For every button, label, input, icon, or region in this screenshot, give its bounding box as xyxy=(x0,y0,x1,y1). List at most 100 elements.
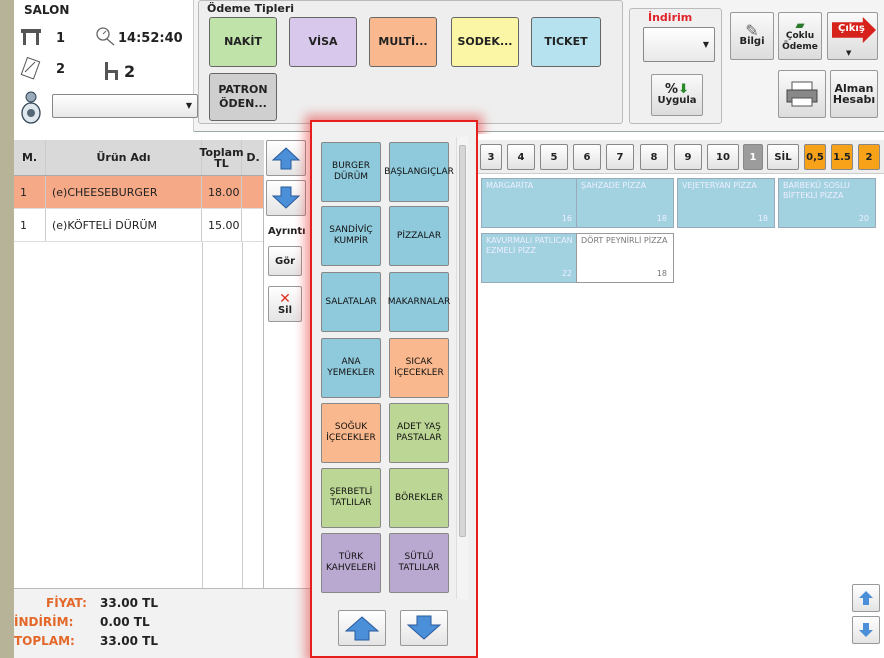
discount-title: İndirim xyxy=(648,11,693,24)
category-button[interactable]: SOĞUK İÇECEKLER xyxy=(321,403,381,463)
arrow-up-icon xyxy=(272,147,300,170)
apply-label: Uygula xyxy=(657,95,697,106)
page-button[interactable]: 5 xyxy=(540,144,568,170)
multi-payment-label: Çoklu Ödeme xyxy=(782,30,818,52)
page-button[interactable]: SİL xyxy=(767,144,799,170)
category-scrollbar[interactable] xyxy=(456,137,468,599)
cash-button[interactable]: NAKİT xyxy=(209,17,277,67)
multinet-button[interactable]: MULTİ... xyxy=(369,17,437,67)
page-button[interactable]: 9 xyxy=(674,144,702,170)
notepad-icon xyxy=(20,56,42,80)
multi-payment-button[interactable]: ▰ Çoklu Ödeme xyxy=(778,12,822,60)
sodexo-button[interactable]: SODEK... xyxy=(451,17,519,67)
category-up-button[interactable] xyxy=(338,610,386,646)
product-tile[interactable]: ŞAHZADE PİZZA 18 xyxy=(576,178,674,228)
page-button[interactable]: 3 xyxy=(480,144,502,170)
row-total: 18.00 xyxy=(202,176,242,208)
chevron-down-icon: ▼ xyxy=(185,101,192,110)
page-button[interactable]: 1 xyxy=(743,144,763,170)
category-button[interactable]: SÜTLÜ TATLILAR xyxy=(389,533,449,593)
product-qty: 20 xyxy=(858,214,869,223)
page-button[interactable]: 7 xyxy=(606,144,634,170)
page-button[interactable]: 0,5 xyxy=(804,144,826,170)
product-up-button[interactable] xyxy=(852,584,880,612)
order-table-header: M. Ürün Adı Toplam TL D. xyxy=(14,140,264,176)
product-tile[interactable]: BARBEKÜ SOSLU BİFTEKLİ PİZZA 20 xyxy=(778,178,876,228)
discount-select[interactable]: ▼ xyxy=(643,27,715,62)
category-button[interactable]: SICAK İÇECEKLER xyxy=(389,338,449,398)
order-row-selected[interactable]: 1 (e)CHEESEBURGER 18.00 xyxy=(14,176,263,209)
page-button[interactable]: 2 xyxy=(858,144,880,170)
product-name: DÖRT PEYNİRLİ PİZZA xyxy=(581,236,668,245)
product-tile[interactable]: VEJETERYAN PİZZA 18 xyxy=(677,178,775,228)
category-button[interactable]: SALATALAR xyxy=(321,272,381,332)
time-display: 14:52:40 xyxy=(118,31,183,46)
product-tile[interactable]: DÖRT PEYNİRLİ PİZZA 18 xyxy=(576,233,674,283)
product-tile[interactable]: MARGARİTA 16 xyxy=(481,178,579,228)
info-button[interactable]: ✎ Bilgi xyxy=(730,12,774,60)
visa-button[interactable]: VİSA xyxy=(289,17,357,67)
category-button[interactable]: TÜRK KAHVELERİ xyxy=(321,533,381,593)
category-button[interactable]: BURGER DÜRÜM xyxy=(321,142,381,202)
total-label: TOPLAM: xyxy=(14,634,75,648)
category-button[interactable]: SANDİVİÇ KUMPİR xyxy=(321,206,381,266)
row-d xyxy=(242,176,264,208)
table-number: 1 xyxy=(56,31,66,46)
delete-item-button[interactable]: ✕ Sil xyxy=(268,286,302,322)
arrow-down-icon xyxy=(407,615,441,640)
category-button[interactable]: PİZZALAR xyxy=(389,206,449,266)
exit-button[interactable]: Çıkış ▼ xyxy=(827,12,878,60)
discount-label: İNDİRİM: xyxy=(14,615,74,629)
delete-label: Sil xyxy=(277,304,293,316)
page-button[interactable]: 6 xyxy=(573,144,601,170)
order-table: M. Ürün Adı Toplam TL D. 1 (e)CHEESEBURG… xyxy=(14,140,264,588)
product-qty: 18 xyxy=(656,214,667,223)
page-button[interactable]: 8 xyxy=(640,144,668,170)
take-bill-button[interactable]: Alman Hesabı xyxy=(830,70,878,118)
payment-title: Ödeme Tipleri xyxy=(207,2,295,15)
row-up-button[interactable] xyxy=(266,140,306,176)
row-down-button[interactable] xyxy=(266,180,306,216)
page-button[interactable]: 1.5 xyxy=(831,144,853,170)
scrollbar-thumb[interactable] xyxy=(459,145,466,537)
category-button[interactable]: ADET YAŞ PASTALAR xyxy=(389,403,449,463)
table-icon xyxy=(20,26,42,46)
product-tile[interactable]: KAVURMALI PATLICAN EZMELİ PİZZ 22 xyxy=(481,233,579,283)
row-total: 15.00 xyxy=(202,209,242,241)
details-label: Ayrıntı xyxy=(268,226,306,237)
product-name: ŞAHZADE PİZZA xyxy=(581,181,647,190)
page-button[interactable]: 10 xyxy=(707,144,739,170)
category-button[interactable]: BAŞLANGIÇLAR xyxy=(384,142,454,202)
order-row[interactable]: 1 (e)KÖFTELİ DÜRÜM 15.00 xyxy=(14,209,263,242)
row-d xyxy=(242,209,264,241)
totals-panel: FİYAT: 33.00 TL İNDİRİM: 0.00 TL TOPLAM:… xyxy=(14,588,310,658)
arrow-up-icon xyxy=(859,591,873,605)
chevron-down-icon: ▼ xyxy=(846,49,852,57)
discount-value: 0.00 TL xyxy=(100,615,150,629)
category-button[interactable]: MAKARNALAR xyxy=(388,272,450,332)
category-down-button[interactable] xyxy=(400,610,448,646)
view-details-button[interactable]: Gör xyxy=(268,246,302,276)
total-value: 33.00 TL xyxy=(100,634,158,648)
col-d-header: D. xyxy=(246,151,260,164)
product-down-button[interactable] xyxy=(852,616,880,644)
row-qty: 1 xyxy=(14,176,46,208)
chair-count: 2 xyxy=(124,62,136,81)
column-divider xyxy=(202,242,203,588)
arrow-down-icon xyxy=(859,623,873,637)
ticket-button[interactable]: TICKET xyxy=(531,17,601,67)
page-button[interactable]: 4 xyxy=(507,144,535,170)
product-name: BARBEKÜ SOSLU BİFTEKLİ PİZZA xyxy=(783,181,850,200)
category-button[interactable]: ŞERBETLİ TATLILAR xyxy=(321,468,381,528)
category-button[interactable]: BÖREKLER xyxy=(389,468,449,528)
waiter-select[interactable]: ▼ xyxy=(52,94,198,118)
row-name: (e)KÖFTELİ DÜRÜM xyxy=(46,209,202,241)
left-edge-stripe xyxy=(0,0,14,658)
apply-discount-button[interactable]: %⬇ Uygula xyxy=(651,74,703,116)
patron-pay-button[interactable]: PATRON ÖDEN... xyxy=(209,73,277,121)
arrow-up-icon xyxy=(345,616,379,641)
printer-button[interactable] xyxy=(778,70,826,118)
product-qty: 16 xyxy=(561,214,572,223)
category-button[interactable]: ANA YEMEKLER xyxy=(321,338,381,398)
col-total-header: Toplam TL xyxy=(199,140,244,175)
